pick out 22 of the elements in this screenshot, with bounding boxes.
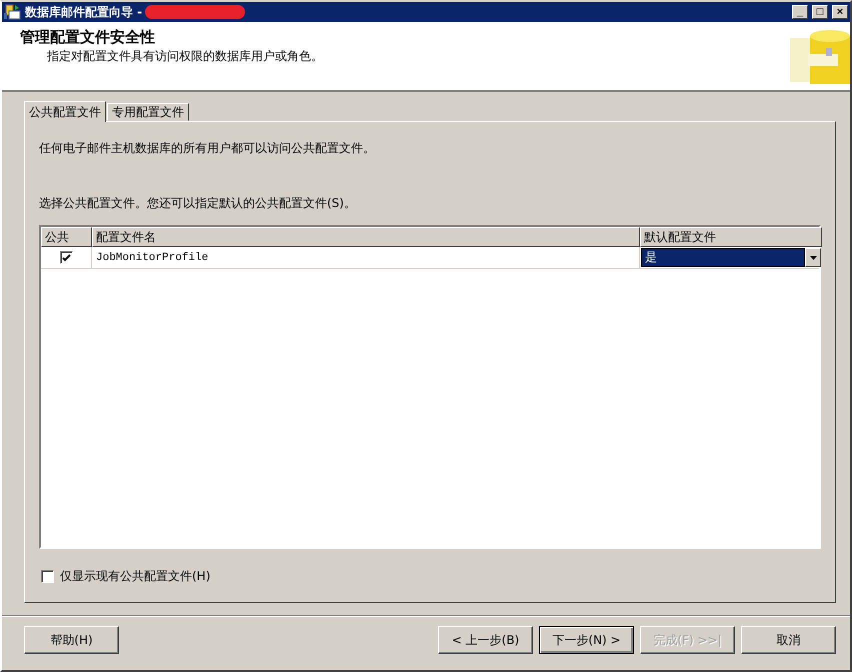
window-title: 数据库邮件配置向导 - (25, 4, 142, 20)
minimize-button[interactable]: _ (792, 5, 808, 19)
cancel-button[interactable]: 取消 (741, 626, 836, 654)
page-subtitle: 指定对配置文件具有访问权限的数据库用户或角色。 (47, 48, 323, 65)
app-icon (4, 4, 22, 20)
help-button[interactable]: 帮助(H) (24, 626, 119, 654)
checkbox[interactable] (41, 570, 54, 583)
description-text: 任何电子邮件主机数据库的所有用户都可以访问公共配置文件。 (39, 140, 376, 157)
column-header[interactable]: 默认配置文件 (640, 227, 822, 247)
dropdown-arrow-icon (810, 256, 816, 260)
next-button[interactable]: 下一步(N) > (539, 626, 634, 654)
instruction-text: 选择公共配置文件。您还可以指定默认的公共配置文件(S)。 (39, 195, 357, 212)
maximize-button[interactable]: □ (812, 5, 828, 19)
close-button[interactable]: × (832, 5, 848, 19)
table-cell: JobMonitorProfile (96, 252, 208, 264)
back-button[interactable]: < 上一步(B) (438, 626, 533, 654)
checkbox-label[interactable]: 仅显示现有公共配置文件(H) (60, 568, 210, 585)
tab[interactable]: 公共配置文件 (24, 101, 106, 122)
column-header[interactable]: 公共 (41, 227, 92, 247)
page-title: 管理配置文件安全性 (20, 28, 155, 47)
column-header[interactable]: 配置文件名 (92, 227, 640, 247)
tab[interactable]: 专用配置文件 (107, 103, 189, 121)
